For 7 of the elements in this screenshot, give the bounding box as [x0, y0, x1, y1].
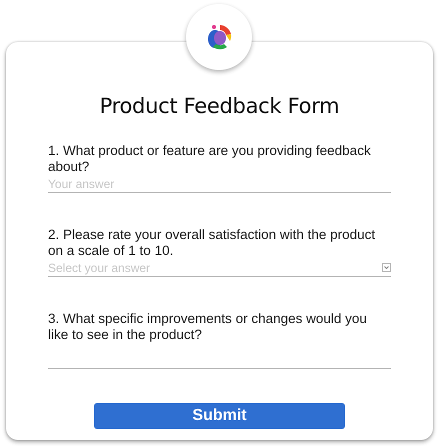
submit-button[interactable]: Submit	[94, 403, 345, 430]
form-title: Product Feedback Form	[98, 94, 340, 120]
question-label: 3. What specific improvements or changes would you like to see in the product?	[48, 311, 368, 344]
dropdown-icon	[382, 263, 391, 272]
question-label: 2. Please rate your overall satisfaction with the product on a scale of 1 to 10.	[48, 227, 376, 260]
logo-icon	[205, 23, 233, 51]
question-label: 1. What product or feature are you providing feedback about?	[48, 143, 372, 176]
